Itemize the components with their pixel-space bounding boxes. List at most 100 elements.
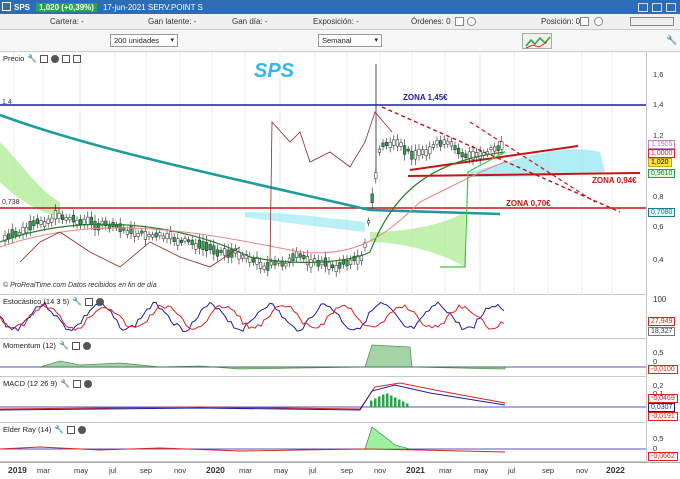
candlestick <box>82 218 86 225</box>
units-dropdown[interactable]: 200 unidades ▾ <box>110 34 178 47</box>
elder-ray-y-axis[interactable]: 0,5 0 -0,0662 <box>646 423 680 462</box>
price-tick: 0,4 <box>653 255 664 264</box>
macd-settings-icon[interactable]: 🔧 <box>60 379 70 388</box>
price-y-axis[interactable]: 1,6 1,4 1,2 0,8 0,6 0,4 1,1905 1,0000 1,… <box>646 52 680 295</box>
price-tick: 1,6 <box>653 70 664 79</box>
candlestick <box>496 145 500 151</box>
zone-070-label: ZONA 0,70€ <box>506 199 551 208</box>
elder-ray-chart[interactable] <box>0 423 646 462</box>
macd-y-axis[interactable]: 0,2 0,1 -0,0469 0,0307 -0,0191 <box>646 377 680 423</box>
close-icon[interactable] <box>666 2 676 12</box>
posicion-toggle-icon[interactable] <box>580 17 589 26</box>
price-panel-close-icon[interactable] <box>51 54 60 63</box>
time-x-axis[interactable]: 2019 mar may jul sep nov 2020 mar may jul sep nov 20… <box>0 462 680 479</box>
instrument-price-badge: 1,020 (+0,39%) <box>36 2 97 12</box>
candlestick <box>478 151 482 159</box>
momentum-panel[interactable]: Momentum (12) 🔧 <box>0 339 646 377</box>
posicion-info-icon[interactable] <box>594 17 603 26</box>
macd-panel[interactable]: MACD (12 26 9) 🔧 <box>0 377 646 423</box>
ordenes-label: Órdenes: 0 <box>411 17 451 26</box>
price-panel-label: Precio <box>3 54 25 63</box>
level-label-top: 1,4 <box>2 99 12 106</box>
candlestick <box>500 141 504 150</box>
x-axis-month-label: mar <box>439 466 452 475</box>
x-axis-month-label: nov <box>374 466 387 475</box>
momentum-settings-icon[interactable]: 🔧 <box>59 341 69 350</box>
candlestick <box>237 252 241 260</box>
strategy-chart-icon[interactable] <box>522 33 552 49</box>
elder-ray-window-icon[interactable] <box>67 425 76 434</box>
candlestick <box>327 262 331 270</box>
candlestick <box>320 260 324 266</box>
macd-close-icon[interactable] <box>84 379 93 388</box>
candlestick <box>176 238 180 246</box>
candlestick <box>133 228 137 237</box>
price-panel[interactable]: Precio 🔧 SPS 1,4 0,738 ZONA 1,45€ ZONA 0… <box>0 52 646 295</box>
candlestick <box>345 260 349 267</box>
x-axis-year-label: 2019 <box>8 465 27 475</box>
candlestick <box>125 230 129 235</box>
settings-wrench-icon[interactable]: 🔧 <box>666 35 677 46</box>
candlestick <box>86 216 90 225</box>
candlestick <box>435 140 439 145</box>
momentum-chart[interactable] <box>0 339 646 377</box>
stochastic-panel[interactable]: Estocástico (14 3 5) 🔧 <box>0 295 646 339</box>
candlestick <box>205 241 209 252</box>
stochastic-settings-icon[interactable]: 🔧 <box>72 297 82 306</box>
stochastic-y-axis[interactable]: 100 27,949 18,327 <box>646 295 680 339</box>
app-logo-icon <box>2 2 11 11</box>
x-axis-month-label: sep <box>140 466 153 475</box>
elder-ray-panel[interactable]: Elder Ray (14) 🔧 <box>0 423 646 462</box>
momentum-window-icon[interactable] <box>71 341 80 350</box>
candlestick <box>460 152 464 158</box>
price-chart[interactable] <box>0 52 646 295</box>
zone-145-label: ZONA 1,45€ <box>403 93 448 102</box>
momentum-y-axis[interactable]: 0,5 0 -0,0100 <box>646 339 680 377</box>
momentum-panel-label: Momentum (12) <box>3 341 56 350</box>
candlestick <box>215 249 219 257</box>
ordenes-toggle-icon[interactable] <box>455 17 464 26</box>
elder-ray-close-icon[interactable] <box>78 425 87 434</box>
period-dropdown[interactable]: Semanal ▾ <box>318 34 382 47</box>
stochastic-close-icon[interactable] <box>96 297 105 306</box>
price-settings-icon[interactable]: 🔧 <box>27 54 37 63</box>
maximize-icon[interactable] <box>652 2 662 12</box>
units-dropdown-value: 200 unidades <box>114 36 160 45</box>
elder-ray-panel-label: Elder Ray (14) <box>3 425 52 434</box>
price-panel-save-icon[interactable] <box>62 54 71 63</box>
candlestick <box>61 214 65 221</box>
candlestick <box>115 224 119 228</box>
candlestick <box>431 144 435 148</box>
candlestick <box>464 153 468 158</box>
x-axis-month-label: nov <box>174 466 187 475</box>
macd-histogram-bar <box>370 400 373 407</box>
minimize-icon[interactable] <box>638 2 648 12</box>
elder-ray-settings-icon[interactable]: 🔧 <box>54 425 64 434</box>
macd-window-icon[interactable] <box>73 379 82 388</box>
candlestick <box>305 255 309 266</box>
candlestick <box>442 139 446 145</box>
candlestick <box>269 261 273 266</box>
trading-bar-icon[interactable] <box>630 17 674 26</box>
stochastic-window-icon[interactable] <box>85 297 94 306</box>
period-dropdown-value: Semanal <box>322 36 352 45</box>
stochastic-tick: 100 <box>653 295 667 304</box>
exposicion-label: Exposición: - <box>313 17 359 26</box>
candlestick <box>359 255 363 262</box>
price-tag: 1,0000 <box>648 149 676 158</box>
stochastic-tag: 27,949 <box>648 317 676 326</box>
candlestick <box>212 245 216 255</box>
macd-chart[interactable] <box>0 377 646 423</box>
price-panel-window-icon[interactable] <box>40 54 49 63</box>
momentum-close-icon[interactable] <box>82 341 91 350</box>
macd-histogram-bar <box>390 395 393 407</box>
x-axis-year-label: 2022 <box>606 465 625 475</box>
macd-histogram-bar <box>386 393 389 407</box>
candlestick <box>10 229 14 238</box>
candlestick <box>50 217 54 223</box>
price-panel-add-icon[interactable] <box>73 54 82 63</box>
candlestick <box>57 213 61 219</box>
ordenes-info-icon[interactable] <box>467 17 476 26</box>
momentum-tag: -0,0100 <box>648 365 678 374</box>
x-axis-month-label: mar <box>37 466 50 475</box>
